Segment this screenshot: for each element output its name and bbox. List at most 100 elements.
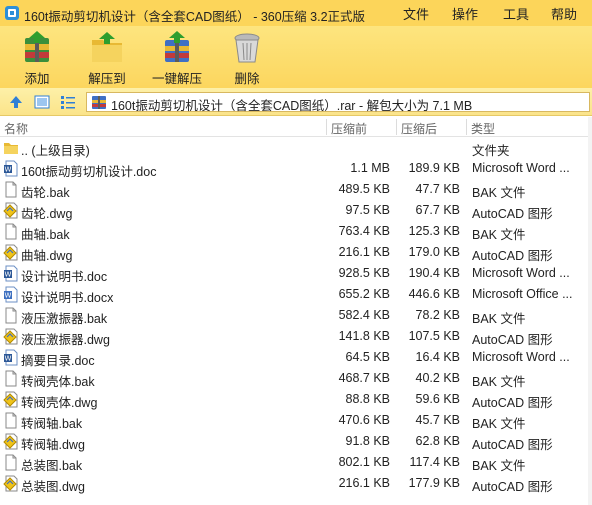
file-size: 928.5 KB bbox=[338, 266, 390, 280]
one-click-extract-button-label: 一键解压 bbox=[151, 72, 202, 86]
file-row[interactable]: 液压激振器.dwg 141.8 KB 107.5 KB AutoCAD 图形 bbox=[0, 326, 592, 347]
column-packed[interactable]: 压缩前 bbox=[331, 120, 367, 137]
column-type[interactable]: 类型 bbox=[471, 120, 495, 137]
window-title: 160t振动剪切机设计（含全套CAD图纸） - 360压缩 3.2正式版 bbox=[24, 10, 366, 24]
file-name: 转阀轴.dwg bbox=[21, 438, 85, 452]
file-row[interactable]: W 160t振动剪切机设计.doc 1.1 MB 189.9 KB Microsoft … bbox=[0, 158, 592, 179]
file-type: BAK 文件 bbox=[472, 417, 526, 431]
column-name[interactable]: 名称 bbox=[4, 120, 28, 137]
file-type: BAK 文件 bbox=[472, 228, 526, 242]
file-type: AutoCAD 图形 bbox=[472, 207, 553, 221]
file-packed-size: 117.4 KB bbox=[409, 455, 460, 469]
file-row[interactable]: W 摘要目录.doc 64.5 KB 16.4 KB Microsoft Word ..… bbox=[0, 347, 592, 368]
menu-file[interactable]: 文件 bbox=[403, 4, 429, 23]
file-row[interactable]: W 设计说明书.doc 928.5 KB 190.4 KB Microsoft Word… bbox=[0, 263, 592, 284]
file-row[interactable]: 转阀轴.bak 470.6 KB 45.7 KB BAK 文件 bbox=[0, 410, 592, 431]
dwg-file-icon bbox=[3, 391, 19, 408]
file-row[interactable]: 总装图.dwg 216.1 KB 177.9 KB AutoCAD 图形 bbox=[0, 473, 592, 494]
file-packed-size: 125.3 KB bbox=[408, 224, 460, 238]
file-packed-size: 45.7 KB bbox=[415, 413, 460, 427]
file-type: 文件夹 bbox=[472, 144, 510, 158]
file-size: 141.8 KB bbox=[338, 329, 390, 343]
file-name: 曲轴.bak bbox=[21, 228, 70, 242]
file-name: .. (上级目录) bbox=[21, 144, 90, 158]
up-arrow-icon[interactable] bbox=[8, 94, 24, 110]
file-packed-size: 190.4 KB bbox=[408, 266, 460, 280]
file-size: 216.1 KB bbox=[338, 245, 390, 259]
file-row[interactable]: 齿轮.dwg 97.5 KB 67.7 KB AutoCAD 图形 bbox=[0, 200, 592, 221]
svg-text:W: W bbox=[5, 355, 12, 363]
file-size: 64.5 KB bbox=[345, 350, 390, 364]
file-size: 489.5 KB bbox=[338, 182, 390, 196]
file-packed-size: 67.7 KB bbox=[415, 203, 460, 217]
column-divider[interactable] bbox=[466, 119, 467, 135]
file-type: BAK 文件 bbox=[472, 375, 526, 389]
file-size: 582.4 KB bbox=[338, 308, 390, 322]
file-name: 总装图.bak bbox=[21, 459, 83, 473]
file-row[interactable]: 转阀轴.dwg 91.8 KB 62.8 KB AutoCAD 图形 bbox=[0, 431, 592, 452]
delete-button[interactable]: 删除 bbox=[212, 26, 282, 88]
file-size: 802.1 KB bbox=[338, 455, 390, 469]
view-list-icon[interactable] bbox=[60, 94, 76, 110]
extract-to-button-label: 解压到 bbox=[88, 72, 126, 86]
file-name: 曲轴.dwg bbox=[21, 249, 73, 263]
file-row[interactable]: 液压激振器.bak 582.4 KB 78.2 KB BAK 文件 bbox=[0, 305, 592, 326]
file-type: BAK 文件 bbox=[472, 186, 526, 200]
title-bar: 160t振动剪切机设计（含全套CAD图纸） - 360压缩 3.2正式版 文件 … bbox=[0, 0, 592, 26]
one-click-extract-icon bbox=[165, 31, 189, 62]
file-row[interactable]: 转阀壳体.dwg 88.8 KB 59.6 KB AutoCAD 图形 bbox=[0, 389, 592, 410]
file-packed-size: 179.0 KB bbox=[408, 245, 460, 259]
dwg-file-icon bbox=[3, 328, 19, 345]
menu-help[interactable]: 帮助 bbox=[551, 4, 577, 23]
file-packed-size: 78.2 KB bbox=[415, 308, 460, 322]
file-name: 160t振动剪切机设计.doc bbox=[21, 165, 157, 179]
blank-file-icon bbox=[3, 454, 19, 471]
file-type: AutoCAD 图形 bbox=[472, 396, 553, 410]
file-type: BAK 文件 bbox=[472, 312, 526, 326]
toolbar: 添加 解压到 一键解压 删除 bbox=[0, 26, 592, 88]
trash-icon bbox=[234, 33, 260, 63]
file-size: 91.8 KB bbox=[345, 434, 390, 448]
file-row[interactable]: 曲轴.dwg 216.1 KB 179.0 KB AutoCAD 图形 bbox=[0, 242, 592, 263]
view-large-icon[interactable] bbox=[34, 94, 50, 110]
file-size: 470.6 KB bbox=[338, 413, 390, 427]
scrollbar[interactable] bbox=[588, 117, 592, 505]
column-divider[interactable] bbox=[326, 119, 327, 135]
add-button[interactable]: 添加 bbox=[2, 26, 72, 88]
add-archive-icon bbox=[25, 31, 49, 62]
file-name: 总装图.dwg bbox=[21, 480, 85, 494]
file-row[interactable]: .. (上级目录) 文件夹 bbox=[0, 137, 592, 158]
extract-folder-icon bbox=[92, 32, 122, 62]
file-row[interactable]: W 设计说明书.docx 655.2 KB 446.6 KB Microsoft Off… bbox=[0, 284, 592, 305]
dwg-file-icon bbox=[3, 244, 19, 261]
svg-text:W: W bbox=[5, 292, 12, 300]
menu-operate[interactable]: 操作 bbox=[452, 4, 478, 23]
file-name: 转阀壳体.bak bbox=[21, 375, 95, 389]
file-size: 97.5 KB bbox=[345, 203, 390, 217]
path-field[interactable]: 160t振动剪切机设计（含全套CAD图纸）.rar - 解包大小为 7.1 MB bbox=[86, 92, 590, 113]
svg-text:W: W bbox=[5, 271, 12, 279]
file-size: 655.2 KB bbox=[338, 287, 390, 301]
one-click-extract-button[interactable]: 一键解压 bbox=[142, 26, 212, 88]
file-packed-size: 107.5 KB bbox=[408, 329, 460, 343]
file-row[interactable]: 转阀壳体.bak 468.7 KB 40.2 KB BAK 文件 bbox=[0, 368, 592, 389]
blank-file-icon bbox=[3, 223, 19, 240]
word-doc-icon: W bbox=[3, 160, 19, 177]
delete-button-label: 删除 bbox=[234, 72, 260, 86]
file-type: BAK 文件 bbox=[472, 459, 526, 473]
file-packed-size: 59.6 KB bbox=[415, 392, 460, 406]
file-row[interactable]: 齿轮.bak 489.5 KB 47.7 KB BAK 文件 bbox=[0, 179, 592, 200]
word-docx-icon: W bbox=[3, 286, 19, 303]
file-type: AutoCAD 图形 bbox=[472, 480, 553, 494]
menu-tools[interactable]: 工具 bbox=[503, 4, 529, 23]
file-size: 88.8 KB bbox=[345, 392, 390, 406]
blank-file-icon bbox=[3, 412, 19, 429]
file-packed-size: 189.9 KB bbox=[408, 161, 460, 175]
file-packed-size: 177.9 KB bbox=[408, 476, 460, 490]
file-row[interactable]: 总装图.bak 802.1 KB 117.4 KB BAK 文件 bbox=[0, 452, 592, 473]
extract-to-button[interactable]: 解压到 bbox=[72, 26, 142, 88]
file-type: Microsoft Word ... bbox=[472, 350, 570, 364]
column-divider[interactable] bbox=[396, 119, 397, 135]
file-row[interactable]: 曲轴.bak 763.4 KB 125.3 KB BAK 文件 bbox=[0, 221, 592, 242]
column-unpacked[interactable]: 压缩后 bbox=[401, 120, 437, 137]
